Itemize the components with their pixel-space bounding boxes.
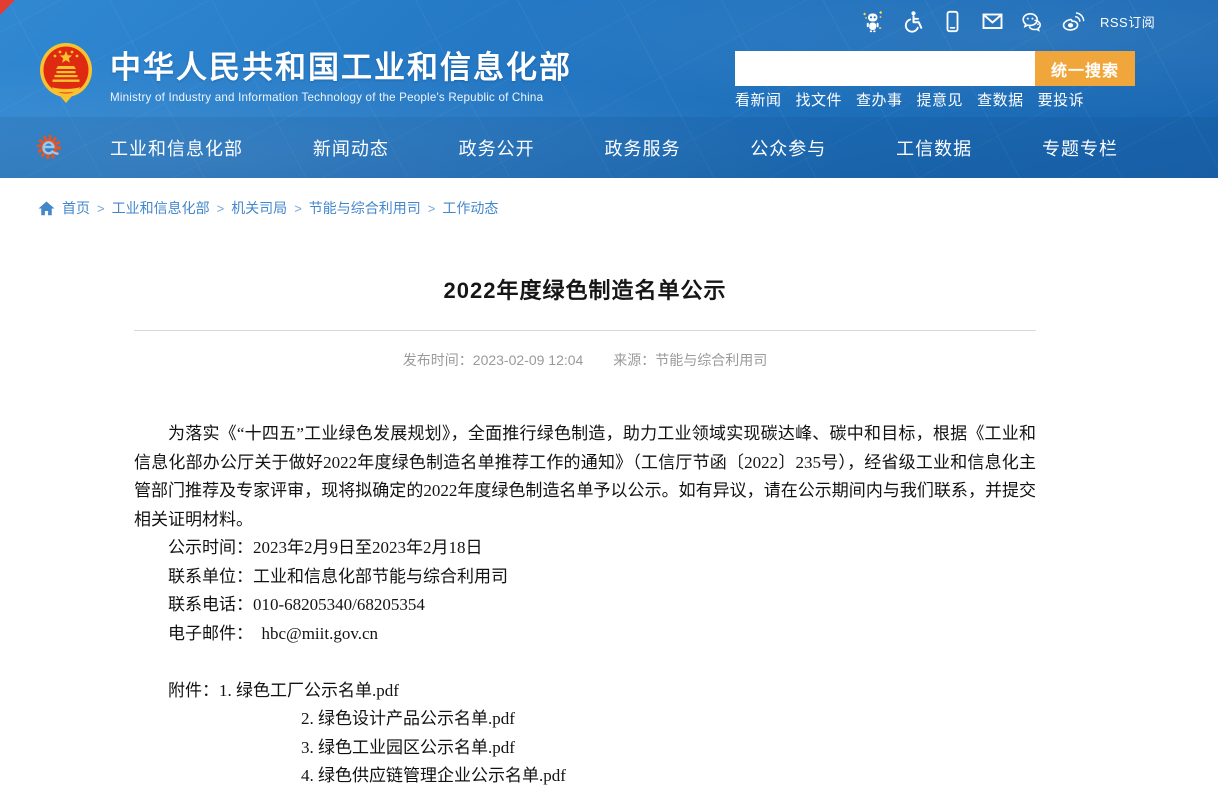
nav-item-special-topics[interactable]: 专题专栏 <box>1042 135 1118 161</box>
contact-unit-line: 联系单位：工业和信息化部节能与综合利用司 <box>134 563 1036 592</box>
breadcrumb-miit[interactable]: 工业和信息化部 <box>112 198 210 218</box>
breadcrumb-work-news[interactable]: 工作动态 <box>442 198 498 218</box>
quick-link-complaint[interactable]: 要投诉 <box>1038 89 1085 110</box>
home-icon[interactable] <box>38 201 55 216</box>
attachments-label: 附件： <box>168 681 219 700</box>
quick-link-data[interactable]: 查数据 <box>977 89 1024 110</box>
breadcrumb-departments[interactable]: 机关司局 <box>231 198 287 218</box>
quick-links-row: 看新闻 找文件 查办事 提意见 查数据 要投诉 <box>735 89 1084 110</box>
national-emblem <box>38 39 94 106</box>
quick-link-feedback[interactable]: 提意见 <box>917 89 964 110</box>
corner-ribbon <box>0 0 15 15</box>
nav-item-gov-services[interactable]: 政务服务 <box>604 135 680 161</box>
mail-icon[interactable] <box>980 9 1005 34</box>
nav-item-participation[interactable]: 公众参与 <box>750 135 826 161</box>
weibo-icon[interactable] <box>1060 9 1085 34</box>
nav-item-data[interactable]: 工信数据 <box>896 135 972 161</box>
article: 2022年度绿色制造名单公示 发布时间：2023-02-09 12:04 来源：… <box>134 273 1036 791</box>
quick-link-documents[interactable]: 找文件 <box>796 89 843 110</box>
quick-link-news[interactable]: 看新闻 <box>735 89 782 110</box>
article-body: 为落实《“十四五”工业绿色发展规划》，全面推行绿色制造，助力工业领域实现碳达峰、… <box>134 420 1036 791</box>
content-area: 首页 > 工业和信息化部 > 机关司局 > 节能与综合利用司 > 工作动态 20… <box>0 178 1218 791</box>
nav-list: 工业和信息化部 新闻动态 政务公开 政务服务 公众参与 工信数据 专题专栏 <box>110 117 1118 178</box>
attachment-row-1: 附件：1. 绿色工厂公示名单.pdf <box>134 677 1036 706</box>
accessibility-icon[interactable] <box>900 9 925 34</box>
breadcrumb-separator: > <box>97 201 105 216</box>
page: RSS订阅 中华人民共和国工业和信息化部 Ministry of Industr… <box>0 0 1218 781</box>
attachments-block: 附件：1. 绿色工厂公示名单.pdf 2. 绿色设计产品公示名单.pdf 3. … <box>134 677 1036 791</box>
publicity-period-line: 公示时间：2023年2月9日至2023年2月18日 <box>134 534 1036 563</box>
publish-time: 发布时间：2023-02-09 12:04 <box>403 352 584 368</box>
mobile-icon[interactable] <box>940 9 965 34</box>
contact-phone-line: 联系电话：010-68205340/68205354 <box>134 591 1036 620</box>
nav-item-miit[interactable]: 工业和信息化部 <box>110 135 243 161</box>
site-subtitle: Ministry of Industry and Information Tec… <box>110 91 572 104</box>
search-input[interactable] <box>735 51 1035 86</box>
breadcrumb-separator: > <box>217 201 225 216</box>
breadcrumb: 首页 > 工业和信息化部 > 机关司局 > 节能与综合利用司 > 工作动态 <box>0 178 1218 218</box>
breadcrumb-energy-conservation-dept[interactable]: 节能与综合利用司 <box>309 198 421 218</box>
main-nav: 工业和信息化部 新闻动态 政务公开 政务服务 公众参与 工信数据 专题专栏 <box>0 117 1218 178</box>
article-meta: 发布时间：2023-02-09 12:04 来源：节能与综合利用司 <box>134 350 1036 370</box>
site-header: RSS订阅 中华人民共和国工业和信息化部 Ministry of Industr… <box>0 0 1218 178</box>
nav-item-news[interactable]: 新闻动态 <box>313 135 389 161</box>
breadcrumb-home[interactable]: 首页 <box>62 198 90 218</box>
contact-email-line: 电子邮件： hbc@miit.gov.cn <box>134 620 1036 649</box>
utility-icon-row: RSS订阅 <box>860 9 1155 34</box>
site-title: 中华人民共和国工业和信息化部 <box>110 50 572 86</box>
rss-subscribe-link[interactable]: RSS订阅 <box>1100 12 1155 31</box>
article-paragraph: 为落实《“十四五”工业绿色发展规划》，全面推行绿色制造，助力工业领域实现碳达峰、… <box>134 420 1036 534</box>
breadcrumb-separator: > <box>428 201 436 216</box>
nav-item-gov-disclosure[interactable]: 政务公开 <box>459 135 535 161</box>
attachment-link-green-design-products[interactable]: 2. 绿色设计产品公示名单.pdf <box>134 705 1036 734</box>
search-box: 统一搜索 <box>735 51 1135 86</box>
title-divider <box>134 330 1036 331</box>
article-title: 2022年度绿色制造名单公示 <box>134 273 1036 305</box>
attachment-link-green-factory[interactable]: 1. 绿色工厂公示名单.pdf <box>219 681 399 700</box>
attachment-link-green-industrial-parks[interactable]: 3. 绿色工业园区公示名单.pdf <box>134 734 1036 763</box>
search-button[interactable]: 统一搜索 <box>1035 51 1135 86</box>
breadcrumb-separator: > <box>294 201 302 216</box>
wechat-icon[interactable] <box>1020 9 1045 34</box>
ai-assistant-icon[interactable] <box>860 9 885 34</box>
article-source: 来源：节能与综合利用司 <box>613 352 767 368</box>
attachment-link-green-supply-chain[interactable]: 4. 绿色供应链管理企业公示名单.pdf <box>134 762 1036 791</box>
miit-logo-icon[interactable] <box>36 133 64 161</box>
quick-link-services[interactable]: 查办事 <box>856 89 903 110</box>
site-title-block: 中华人民共和国工业和信息化部 Ministry of Industry and … <box>110 50 572 104</box>
